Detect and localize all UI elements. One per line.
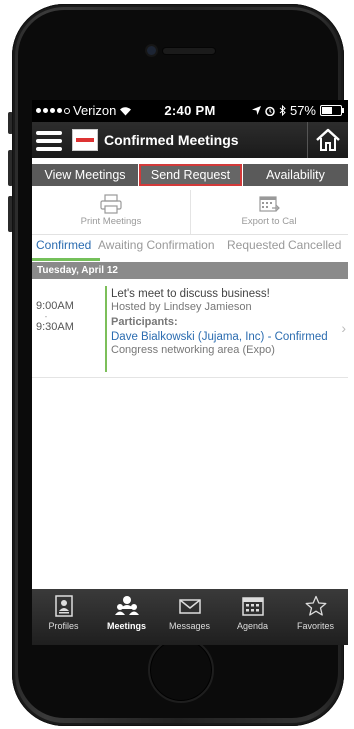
action-row: Print Meetings Export to Cal	[32, 190, 348, 235]
app-bar: Confirmed Meetings	[32, 122, 348, 158]
nav-messages[interactable]: Messages	[158, 589, 221, 645]
nav-profiles[interactable]: Profiles	[32, 589, 95, 645]
home-button[interactable]	[148, 637, 214, 703]
meeting-title: Let's meet to discuss business!	[111, 288, 270, 300]
envelope-icon	[178, 599, 201, 614]
bluetooth-icon	[279, 105, 286, 116]
nav-favorites[interactable]: Favorites	[284, 589, 347, 645]
calendar-icon	[241, 597, 264, 616]
meeting-location: Congress networking area (Expo)	[111, 344, 275, 356]
earpiece-speaker	[163, 48, 215, 54]
end-time: 9:30AM	[36, 321, 74, 333]
tab-requested[interactable]: Requested	[227, 238, 285, 252]
meeting-item[interactable]: 9:00AM - 9:30AM Let's meet to discuss bu…	[32, 280, 348, 378]
nav-profiles-label: Profiles	[48, 621, 79, 631]
meeting-details: Let's meet to discuss business! Hosted b…	[111, 288, 343, 357]
date-label: Tuesday, April 12	[37, 265, 118, 276]
status-tabs: Confirmed Awaiting Confirmation Requeste…	[32, 234, 348, 258]
battery-percent: 57%	[289, 103, 316, 118]
screen: Verizon 2:40 PM 57% Confirmed Meetings V…	[32, 100, 348, 645]
nav-agenda-label: Agenda	[236, 621, 269, 631]
nav-messages-label: Messages	[168, 621, 211, 631]
availability-button[interactable]: Availability	[243, 164, 348, 186]
send-request-button[interactable]: Send Request	[139, 164, 242, 186]
home-icon[interactable]	[307, 122, 348, 158]
status-right: 57%	[251, 103, 344, 118]
chevron-right-icon: ›	[341, 320, 346, 336]
print-meetings-label: Print Meetings	[80, 216, 142, 227]
app-logo	[72, 129, 98, 151]
meetings-icon	[114, 596, 139, 615]
meeting-status-bar	[105, 286, 107, 372]
nav-meetings-label: Meetings	[106, 621, 146, 631]
time-separator: -	[44, 312, 48, 321]
export-to-cal-button[interactable]: Export to Cal	[190, 190, 348, 234]
location-arrow-icon	[251, 106, 261, 115]
nav-meetings[interactable]: Meetings	[95, 589, 158, 645]
participants-label: Participants:	[111, 316, 178, 328]
menu-icon[interactable]	[36, 131, 62, 151]
nav-agenda[interactable]: Agenda	[221, 589, 284, 645]
segmented-control: View Meetings Send Request Availability	[32, 158, 348, 190]
profile-icon	[54, 595, 73, 617]
date-header: Tuesday, April 12	[32, 262, 348, 279]
tab-confirmed[interactable]: Confirmed	[36, 238, 91, 252]
tab-cancelled[interactable]: Cancelled	[288, 238, 341, 252]
battery-icon	[320, 105, 344, 116]
start-time: 9:00AM	[36, 300, 74, 312]
tab-awaiting-confirmation[interactable]: Awaiting Confirmation	[98, 238, 215, 252]
meeting-times: 9:00AM - 9:30AM	[36, 300, 74, 334]
nav-favorites-label: Favorites	[296, 621, 334, 631]
printer-icon	[100, 194, 122, 214]
active-tab-indicator	[32, 258, 100, 261]
status-bar: Verizon 2:40 PM 57%	[32, 100, 348, 122]
print-meetings-button[interactable]: Print Meetings	[32, 190, 191, 234]
star-icon	[305, 595, 326, 616]
view-meetings-button[interactable]: View Meetings	[32, 164, 138, 186]
bottom-nav: Profiles Meetings Messages Agenda Favori…	[32, 589, 348, 645]
page-title: Confirmed Meetings	[104, 132, 239, 148]
alarm-icon	[265, 106, 275, 116]
meeting-host: Hosted by Lindsey Jamieson	[111, 301, 252, 313]
export-to-cal-label: Export to Cal	[241, 216, 297, 227]
calendar-export-icon	[259, 196, 280, 212]
participant-link[interactable]: Dave Bialkowski (Jujama, Inc) - Confirme…	[111, 331, 343, 344]
front-camera	[147, 46, 156, 55]
